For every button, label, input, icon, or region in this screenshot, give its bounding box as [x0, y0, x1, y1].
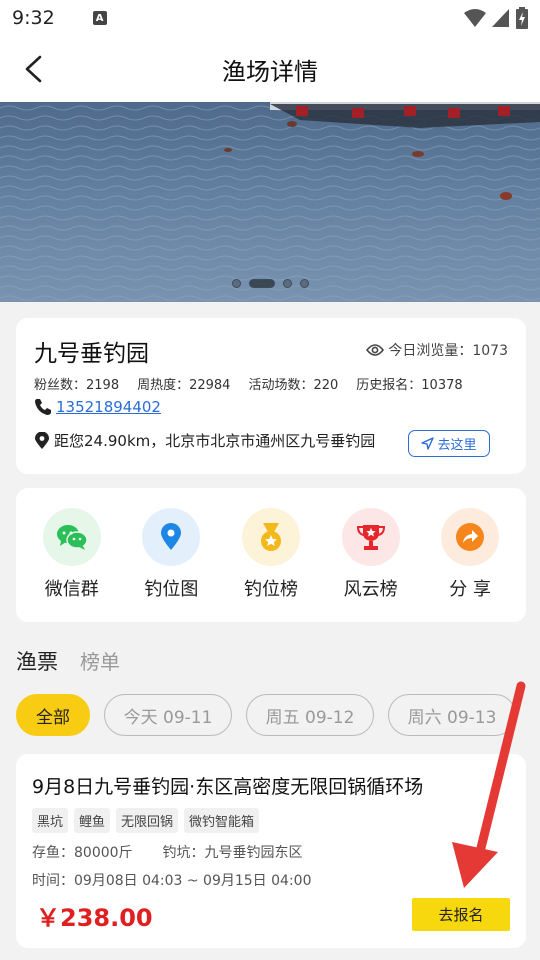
menu-label: 分 享 — [449, 579, 492, 600]
stat-signups: 历史报名：10378 — [356, 378, 463, 393]
navigate-icon — [421, 437, 435, 450]
ticket-card[interactable]: 9月8日九号垂钓园·东区高密度无限回锅循环场 黑坑 鲤鱼 无限回锅 微钓智能箱 … — [16, 754, 526, 948]
carousel-dot — [282, 279, 292, 288]
wifi-icon — [464, 9, 486, 27]
menu-item-spot-ranking[interactable]: 钓位榜 — [225, 508, 317, 622]
date-filter-bar: 全部 今天 09-11 周五 09-12 周六 09-13 — [16, 694, 540, 736]
phone-row: 13521894402 — [34, 398, 161, 416]
signup-button[interactable]: 去报名 — [412, 898, 510, 931]
menu-icon-bg — [42, 508, 101, 566]
ticket-tag: 微钓智能箱 — [184, 808, 260, 833]
ticket-price: ￥238.00 — [36, 904, 153, 932]
notification-icon: A — [92, 11, 107, 25]
wechat-icon — [56, 525, 88, 550]
filter-all[interactable]: 全部 — [16, 694, 90, 736]
menu-icon-bg — [441, 508, 500, 566]
section-tabs: 渔票 榜单 — [16, 646, 120, 676]
medal-icon — [260, 523, 281, 551]
menu-item-spot-map[interactable]: 钓位图 — [125, 508, 217, 622]
menu-label: 风云榜 — [343, 579, 398, 600]
menu-label: 钓位图 — [144, 579, 199, 600]
venue-info-card: 九号垂钓园 今日浏览量：1073 粉丝数：2198 周热度：22984 活动场数… — [16, 318, 526, 474]
status-icons — [464, 7, 528, 29]
share-icon — [456, 523, 485, 551]
filter-saturday[interactable]: 周六 09-13 — [388, 694, 516, 736]
ticket-stock: 存鱼：80000斤 — [32, 845, 133, 861]
address-text: 距您24.90km，北京市北京市通州区九号垂钓园 — [54, 432, 376, 450]
menu-icon-bg — [142, 508, 201, 566]
stat-weekly-heat: 周热度：22984 — [137, 378, 231, 393]
banner-carousel[interactable] — [0, 102, 540, 302]
trophy-icon — [356, 525, 385, 550]
banner-image — [0, 102, 540, 302]
menu-item-leaderboard[interactable]: 风云榜 — [325, 508, 417, 622]
phone-link[interactable]: 13521894402 — [56, 398, 161, 416]
ticket-meta: 存鱼：80000斤 钓坑：九号垂钓园东区 — [32, 842, 303, 862]
menu-item-wechat-group[interactable]: 微信群 — [26, 508, 118, 622]
map-pin-icon — [161, 523, 182, 550]
menu-label: 微信群 — [44, 579, 99, 600]
venue-stats: 粉丝数：2198 周热度：22984 活动场数：220 历史报名：10378 — [34, 374, 463, 393]
back-icon[interactable] — [22, 54, 46, 84]
navigate-label: 去这里 — [437, 438, 477, 453]
battery-icon — [516, 7, 528, 29]
phone-icon — [35, 399, 51, 415]
ticket-title: 9月8日九号垂钓园·东区高密度无限回锅循环场 — [32, 776, 424, 798]
page-title: 渔场详情 — [222, 57, 318, 86]
stat-fans: 粉丝数：2198 — [34, 378, 120, 393]
status-time: 9:32 — [12, 7, 55, 29]
status-bar: 9:32 A — [0, 0, 540, 36]
ticket-pit: 钓坑：九号垂钓园东区 — [162, 845, 303, 861]
carousel-dot — [231, 279, 241, 288]
ticket-tag: 无限回锅 — [116, 808, 179, 833]
carousel-dot — [299, 279, 309, 288]
carousel-indicator — [0, 279, 540, 288]
carousel-dot-active — [248, 279, 275, 288]
views-label: 今日浏览量：1073 — [388, 343, 508, 359]
filter-friday[interactable]: 周五 09-12 — [246, 694, 374, 736]
ticket-tag: 黑坑 — [32, 808, 69, 833]
ticket-time: 时间：09月08日 04:03 ~ 09月15日 04:00 — [32, 873, 312, 889]
nav-bar: 渔场详情 — [0, 36, 540, 102]
signal-icon — [492, 9, 509, 27]
ticket-tags: 黑坑 鲤鱼 无限回锅 微钓智能箱 — [32, 808, 260, 833]
filter-today[interactable]: 今天 09-11 — [104, 694, 232, 736]
address-row: 距您24.90km，北京市北京市通州区九号垂钓园 — [34, 430, 375, 451]
menu-icon-bg — [341, 508, 400, 566]
navigate-button[interactable]: 去这里 — [408, 430, 490, 457]
venue-name: 九号垂钓园 — [34, 341, 149, 367]
tab-ranking[interactable]: 榜单 — [80, 646, 120, 675]
eye-icon — [366, 344, 385, 356]
ticket-tag: 鲤鱼 — [74, 808, 111, 833]
menu-label: 钓位榜 — [243, 579, 298, 600]
menu-icon-bg — [241, 508, 300, 566]
stat-events: 活动场数：220 — [248, 378, 339, 393]
views-count: 今日浏览量：1073 — [366, 340, 508, 360]
tab-tickets[interactable]: 渔票 — [16, 646, 58, 676]
feature-menu: 微信群 钓位图 钓位榜 风云榜 分 享 — [16, 488, 526, 622]
menu-item-share[interactable]: 分 享 — [424, 508, 516, 622]
location-icon — [35, 431, 49, 449]
